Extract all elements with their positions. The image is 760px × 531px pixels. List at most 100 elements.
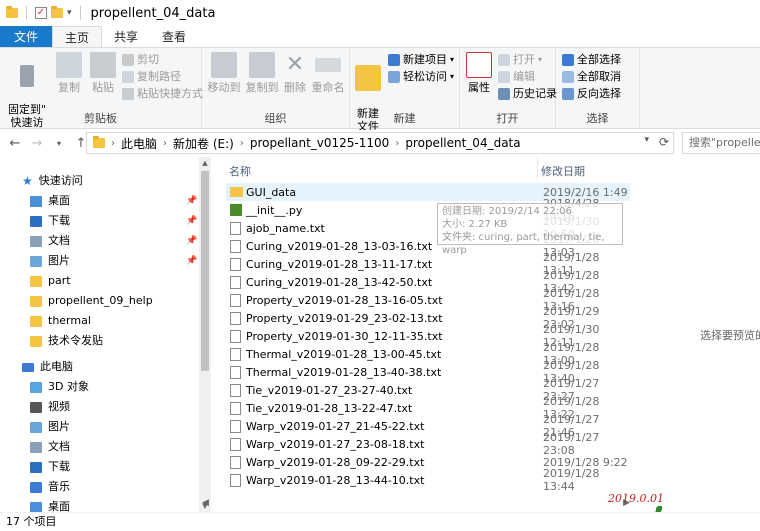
paste-button[interactable]: 粘贴 [88, 52, 118, 94]
download-icon [30, 461, 42, 473]
invert-selection-button[interactable]: 反向选择 [562, 86, 621, 102]
nav-item-videos[interactable]: 视频 [30, 397, 70, 417]
select-all-button[interactable]: 全部选择 [562, 52, 621, 68]
nav-item-pictures[interactable]: 图片 📌 [30, 251, 200, 271]
nav-item-part[interactable]: part [30, 271, 71, 291]
text-file-icon [230, 402, 241, 415]
nav-item-propellent-help[interactable]: propellent_09_help [30, 291, 153, 311]
nav-item-thermal[interactable]: thermal [30, 311, 91, 331]
open-button[interactable]: 打开 ▾ [498, 52, 542, 68]
python-file-icon [230, 204, 242, 216]
file-name: Thermal_v2019-01-28_13-40-38.txt [246, 365, 442, 379]
address-bar-row: ← → ▾ ↑ › 此电脑 › 新加卷 (E:) › propellant_v0… [0, 130, 760, 156]
scrollbar-thumb[interactable] [201, 171, 209, 371]
file-name: Thermal_v2019-01-28_13-00-45.txt [246, 347, 442, 361]
history-button[interactable]: 历史记录 [498, 86, 557, 102]
video-icon [30, 401, 42, 413]
folder-icon [30, 295, 42, 307]
easy-access-button[interactable]: 轻松访问 ▾ [388, 69, 454, 85]
nav-item-downloads[interactable]: 下载 📌 [30, 211, 200, 231]
folder-icon [93, 136, 105, 148]
refresh-icon[interactable]: ⟳ [659, 135, 669, 149]
paste-shortcut-button[interactable]: 粘贴快捷方式 [122, 86, 203, 102]
cut-button[interactable]: 剪切 [122, 52, 159, 68]
column-header-name[interactable]: 名称 [229, 163, 251, 179]
file-name: Property_v2019-01-29_23-02-13.txt [246, 311, 443, 325]
open-group: 属性 打开 ▾ 编辑 历史记录 打开 [460, 48, 557, 129]
text-file-icon [230, 312, 241, 325]
forward-arrow-icon[interactable]: → [26, 136, 48, 151]
scroll-left-icon[interactable]: ◀ [202, 498, 209, 508]
copy-path-button[interactable]: 复制路径 [122, 69, 181, 85]
pin-icon [20, 65, 34, 87]
music-icon [30, 481, 42, 493]
crumb-current[interactable]: propellent_04_data [405, 136, 520, 150]
nav-item-pc-pictures[interactable]: 图片 [30, 417, 70, 437]
nav-item-music[interactable]: 音乐 [30, 477, 70, 497]
new-folder-icon [355, 65, 381, 91]
copy-to-button[interactable]: 复制到 [244, 52, 280, 94]
edit-button[interactable]: 编辑 [498, 69, 535, 85]
file-row[interactable]: Warp_v2019-01-27_23-08-18.txt 2019/1/27 2… [226, 431, 630, 457]
file-name: Curing_v2019-01-28_13-11-17.txt [246, 257, 433, 271]
search-input[interactable]: 搜索"propellen [682, 132, 760, 154]
nav-quick-access[interactable]: ★ 快速访问 [22, 171, 83, 191]
navigation-pane: ★ 快速访问 桌面 📌 下载 📌 文档 📌 图片 📌 part propellent_09… [0, 157, 210, 512]
clipboard-icon [90, 52, 116, 78]
copy-to-icon [249, 52, 275, 78]
properties-check-icon[interactable]: ✓ [35, 7, 47, 19]
nav-item-tech-post[interactable]: 技术令发贴 [30, 331, 103, 351]
pin-quick-access-button[interactable]: 固定到" 快速访问" [4, 52, 50, 142]
select-none-button[interactable]: 全部取消 [562, 69, 621, 85]
address-box[interactable]: › 此电脑 › 新加卷 (E:) › propellant_v0125-1100… [86, 132, 674, 154]
organize-group: 移动到 复制到 ✕ 删除 重命名 组织 [202, 48, 350, 129]
crumb-drive[interactable]: 新加卷 (E:) [173, 135, 234, 152]
tab-view[interactable]: 查看 [150, 26, 198, 48]
customize-dropdown-icon[interactable]: ▾ [67, 8, 72, 18]
nav-item-desktop[interactable]: 桌面 📌 [30, 191, 200, 211]
text-file-icon [230, 240, 241, 253]
new-folder-icon[interactable] [51, 6, 63, 18]
properties-button[interactable]: 属性 [464, 52, 494, 94]
select-all-icon [562, 54, 574, 66]
tab-share[interactable]: 共享 [102, 26, 150, 48]
nav-item-pc-documents[interactable]: 文档 [30, 437, 70, 457]
file-date: 2019/1/28 13:44 [543, 467, 600, 493]
file-row[interactable]: Warp_v2019-01-28_13-44-10.txt 2019/1/28 1… [226, 467, 630, 493]
column-header-modified[interactable]: 修改日期 [541, 163, 585, 179]
folder-icon [30, 275, 42, 287]
recent-dropdown-icon[interactable]: ▾ [48, 139, 70, 148]
tab-home[interactable]: 主页 [52, 26, 103, 48]
copy-button[interactable]: 复制 [54, 52, 84, 94]
nav-item-documents[interactable]: 文档 📌 [30, 231, 200, 251]
nav-item-3d-objects[interactable]: 3D 对象 [30, 377, 89, 397]
edit-icon [498, 71, 510, 83]
nav-item-pc-desktop[interactable]: 桌面 [30, 497, 70, 512]
pin-icon: 📌 [186, 216, 198, 226]
select-none-icon [562, 71, 574, 83]
text-file-icon [230, 348, 241, 361]
text-file-icon [230, 456, 241, 469]
text-file-icon [230, 474, 241, 487]
file-name: __init__.py [246, 203, 303, 217]
star-icon: ★ [22, 174, 33, 188]
window-title: propellent_04_data [90, 5, 216, 21]
nav-this-pc[interactable]: 此电脑 [22, 357, 73, 377]
text-file-icon [230, 258, 241, 271]
nav-item-pc-downloads[interactable]: 下载 [30, 457, 70, 477]
move-to-button[interactable]: 移动到 [206, 52, 242, 94]
delete-button[interactable]: ✕ 删除 [282, 52, 308, 94]
crumb-project[interactable]: propellant_v0125-1100 [250, 136, 389, 150]
folder-icon [6, 6, 18, 18]
cube-icon [30, 381, 42, 393]
new-item-button[interactable]: 新建项目 ▾ [388, 52, 454, 68]
scroll-up-icon[interactable]: ▲ [199, 159, 211, 167]
crumb-this-pc[interactable]: 此电脑 [121, 135, 157, 152]
explorer-window: ✓ ▾ propellent_04_data 文件 主页 共享 查看 固定到" … [0, 0, 760, 531]
rename-button[interactable]: 重命名 [310, 52, 346, 94]
nav-scrollbar[interactable]: ▲ ▼ [199, 157, 211, 512]
address-dropdown-icon[interactable]: ▾ [644, 135, 649, 145]
clipboard-group: 固定到" 快速访问" 复制 粘贴 剪切 复制路径 粘贴快捷方式 剪贴板 [0, 48, 203, 142]
tab-file[interactable]: 文件 [0, 26, 53, 48]
back-arrow-icon[interactable]: ← [4, 136, 26, 151]
